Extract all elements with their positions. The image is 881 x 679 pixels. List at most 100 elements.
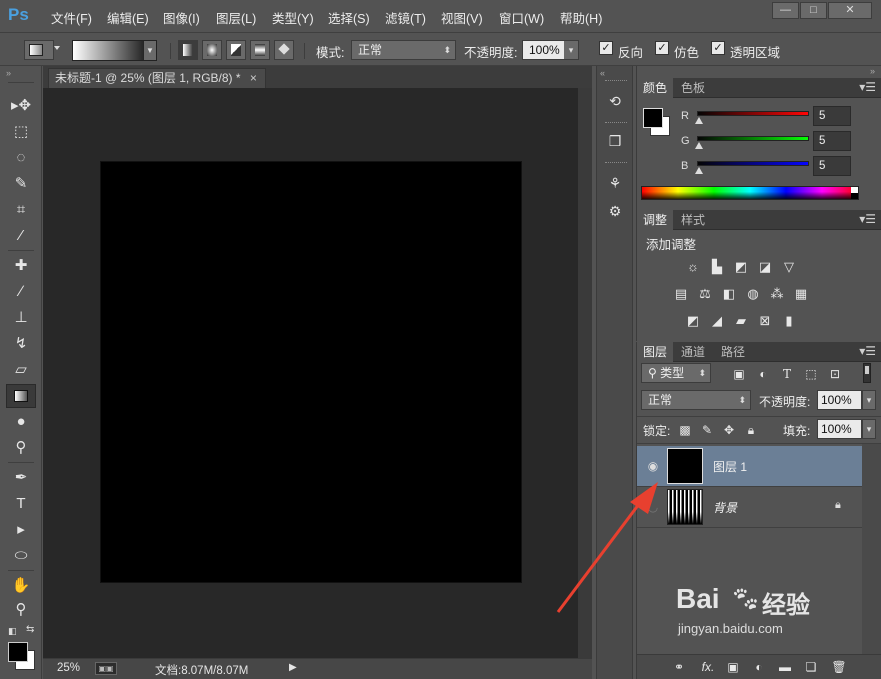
lock-transparent-icon[interactable]: ▩	[677, 421, 693, 439]
invert-icon[interactable]: ◩	[684, 312, 702, 330]
b-slider-thumb[interactable]	[695, 167, 703, 174]
panel-menu-icon[interactable]: ▾☰	[859, 344, 876, 358]
menu-layer[interactable]: 图层(L)	[216, 8, 256, 27]
mode-select[interactable]: 正常 ⬍	[351, 40, 456, 60]
tab-paths[interactable]: 路径	[715, 342, 751, 362]
3d-icon[interactable]: ❒	[602, 130, 628, 152]
panel-menu-icon[interactable]: ▾☰	[859, 212, 876, 226]
threshold-icon[interactable]: ▰	[732, 312, 750, 330]
layer-row-layer1[interactable]: ◉ 图层 1	[637, 446, 862, 486]
shape-filter-icon[interactable]: ⬚	[803, 365, 819, 383]
menu-view[interactable]: 视图(V)	[441, 8, 483, 27]
panel-menu-icon[interactable]: ▾☰	[859, 80, 876, 94]
blur-tool-icon[interactable]: ●	[6, 410, 36, 434]
tab-adjustments[interactable]: 调整	[637, 210, 674, 230]
linear-gradient-button[interactable]	[178, 40, 198, 60]
layers-scrollbar[interactable]	[862, 444, 881, 654]
stamp-tool-icon[interactable]: ⊥	[6, 306, 36, 330]
marquee-tool-icon[interactable]: ⬚	[6, 120, 36, 144]
healing-tool-icon[interactable]: ✚	[6, 254, 36, 278]
close-button[interactable]: ✕	[828, 2, 872, 19]
move-tool-icon[interactable]: ▸✥	[6, 94, 36, 118]
zoom-tool-icon[interactable]: ⚲	[6, 598, 36, 622]
mask-icon[interactable]: ▣	[725, 658, 741, 676]
radial-gradient-button[interactable]	[202, 40, 222, 60]
color-balance-icon[interactable]: ⚖	[696, 285, 714, 303]
pen-tool-icon[interactable]: ✒	[6, 466, 36, 490]
eye-icon[interactable]: ◉	[645, 458, 661, 474]
g-value[interactable]: 5	[813, 131, 851, 151]
minimize-button[interactable]: —	[772, 2, 799, 19]
layer-opacity-input[interactable]: 100%	[817, 390, 862, 410]
history-icon[interactable]: ⟲	[602, 90, 628, 112]
brush-tool-icon[interactable]: ∕	[6, 280, 36, 304]
menu-filter[interactable]: 滤镜(T)	[385, 8, 426, 27]
document-tab[interactable]: 未标题-1 @ 25% (图层 1, RGB/8) * ×	[48, 68, 266, 88]
layer-name[interactable]: 背景	[713, 499, 737, 516]
r-slider-thumb[interactable]	[695, 117, 703, 124]
tab-styles[interactable]: 样式	[675, 210, 711, 230]
group-icon[interactable]: ▬	[777, 658, 793, 676]
crop-tool-icon[interactable]: ⌗	[6, 198, 36, 222]
reflected-gradient-button[interactable]	[250, 40, 270, 60]
angle-gradient-button[interactable]	[226, 40, 246, 60]
chevron-down-icon[interactable]: ▾	[862, 390, 876, 410]
hand-tool-icon[interactable]: ✋	[6, 574, 36, 598]
gradient-picker[interactable]: ▼	[72, 40, 157, 61]
maximize-button[interactable]: □	[800, 2, 827, 19]
tab-swatches[interactable]: 色板	[675, 78, 711, 98]
trash-icon[interactable]: 🗑︎	[831, 658, 847, 676]
adjustment-filter-icon[interactable]: ◐	[755, 365, 771, 383]
diamond-gradient-button[interactable]	[274, 40, 294, 60]
smart-object-filter-icon[interactable]: ⊡	[827, 365, 843, 383]
tool-presets-icon[interactable]: ⚙	[602, 200, 628, 222]
r-value[interactable]: 5	[813, 106, 851, 126]
default-colors-icon[interactable]: ◧	[8, 626, 17, 637]
gradient-map-icon[interactable]: ▮	[780, 312, 798, 330]
collapse-icon[interactable]: »	[870, 66, 875, 76]
document-canvas[interactable]	[101, 162, 521, 582]
shape-tool-icon[interactable]: ⬭	[6, 544, 36, 568]
menu-type[interactable]: 类型(Y)	[272, 8, 314, 27]
eraser-tool-icon[interactable]: ▱	[6, 358, 36, 382]
dither-checkbox[interactable]: ✓	[655, 41, 669, 55]
history-brush-tool-icon[interactable]: ↯	[6, 332, 36, 356]
status-preview-icon[interactable]: ▣▣	[95, 662, 117, 675]
gradient-tool-icon[interactable]	[6, 384, 36, 408]
quick-select-tool-icon[interactable]: ✎	[6, 172, 36, 196]
brush-presets-icon[interactable]: ⚘	[602, 172, 628, 194]
r-slider[interactable]	[697, 111, 809, 116]
exposure-icon[interactable]: ◪	[756, 258, 774, 276]
filter-kind-select[interactable]: ⚲ 类型 ⬍	[641, 363, 711, 383]
channel-mixer-icon[interactable]: ⁂	[768, 285, 786, 303]
layer-row-background[interactable]: ◡ 背景 🔒︎	[637, 487, 862, 527]
close-tab-icon[interactable]: ×	[250, 71, 257, 85]
dodge-tool-icon[interactable]: ⚲	[6, 436, 36, 460]
posterize-icon[interactable]: ◢	[708, 312, 726, 330]
status-menu-arrow-icon[interactable]: ▶	[289, 662, 297, 673]
b-value[interactable]: 5	[813, 156, 851, 176]
menu-window[interactable]: 窗口(W)	[499, 8, 544, 27]
tab-channels[interactable]: 通道	[675, 342, 711, 362]
tab-layers[interactable]: 图层	[637, 342, 674, 362]
selective-color-icon[interactable]: ⊠	[756, 312, 774, 330]
g-slider-thumb[interactable]	[695, 142, 703, 149]
lasso-tool-icon[interactable]: ◌	[6, 146, 36, 170]
menu-help[interactable]: 帮助(H)	[560, 8, 602, 27]
menu-image[interactable]: 图像(I)	[163, 8, 200, 27]
opacity-input[interactable]: 100% ▾	[522, 40, 579, 60]
photo-filter-icon[interactable]: ◍	[744, 285, 762, 303]
color-lookup-icon[interactable]: ▦	[792, 285, 810, 303]
filter-toggle[interactable]	[863, 363, 871, 383]
fx-icon[interactable]: fx.	[697, 658, 719, 676]
path-select-tool-icon[interactable]: ▸	[6, 518, 36, 542]
link-icon[interactable]: ⚭	[671, 658, 687, 676]
curves-icon[interactable]: ◩	[732, 258, 750, 276]
foreground-color-swatch[interactable]	[643, 108, 663, 128]
menu-select[interactable]: 选择(S)	[328, 8, 370, 27]
type-filter-icon[interactable]: T	[779, 365, 795, 383]
lock-paint-icon[interactable]: ✎	[699, 421, 715, 439]
type-tool-icon[interactable]: T	[6, 492, 36, 516]
adjustment-layer-icon[interactable]: ◐	[751, 658, 767, 676]
bw-icon[interactable]: ◧	[720, 285, 738, 303]
